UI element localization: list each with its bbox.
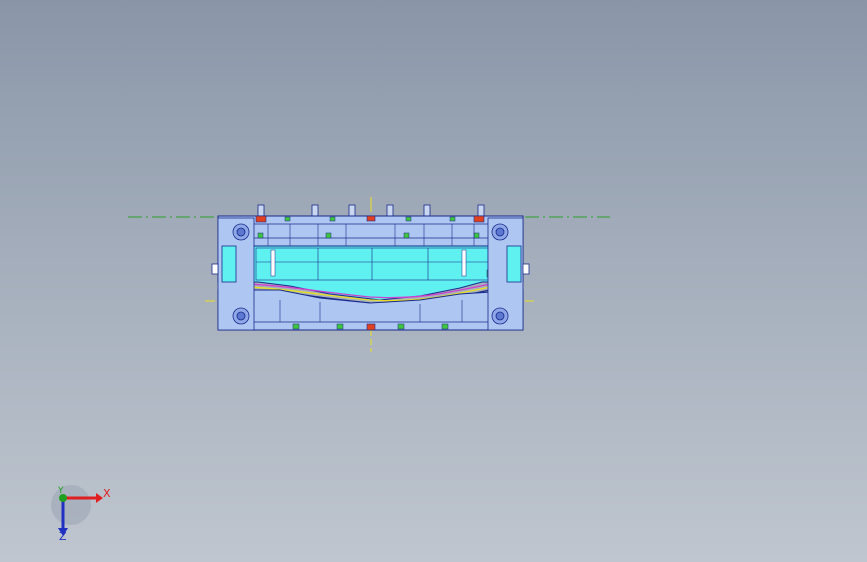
die-assembly-model[interactable] — [0, 0, 867, 562]
x-axis-arrowhead — [96, 493, 103, 503]
graphics-viewport[interactable]: X Y Z — [0, 0, 867, 562]
right-guide-pillar[interactable] — [487, 217, 530, 331]
triad-shadow — [51, 485, 91, 525]
left-guide-pillar[interactable] — [211, 217, 255, 331]
z-axis-label: Z — [59, 530, 67, 543]
x-axis-label: X — [103, 487, 111, 500]
upper-die-plate[interactable] — [217, 215, 524, 247]
y-axis-label: Y — [58, 486, 64, 496]
